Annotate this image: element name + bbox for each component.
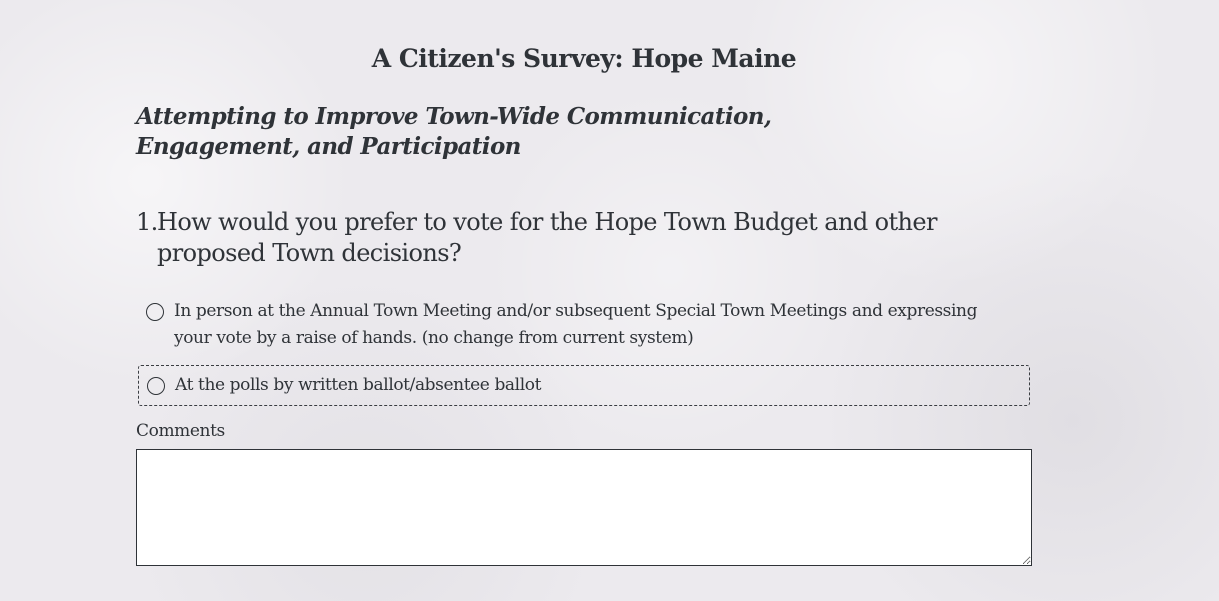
choice-option-in-person[interactable]: In person at the Annual Town Meeting and… [138,298,1030,352]
survey-subtitle: Attempting to Improve Town-Wide Communic… [136,103,772,160]
radio-button-in-person[interactable] [146,303,164,321]
radio-button-ballot[interactable] [147,377,165,395]
comments-label: Comments [136,421,225,441]
choice-label-ballot: At the polls by written ballot/absentee … [175,375,542,395]
survey-title: A Citizen's Survey: Hope Maine [371,44,797,73]
comments-textarea[interactable] [136,449,1032,566]
question-text: How would you prefer to vote for the Hop… [157,208,937,267]
choice-label-in-person: In person at the Annual Town Meeting and… [174,301,978,348]
question-number: 1. [136,208,158,236]
question-1: 1. How would you prefer to vote for the … [136,207,1016,269]
choice-option-ballot[interactable]: At the polls by written ballot/absentee … [138,365,1030,406]
